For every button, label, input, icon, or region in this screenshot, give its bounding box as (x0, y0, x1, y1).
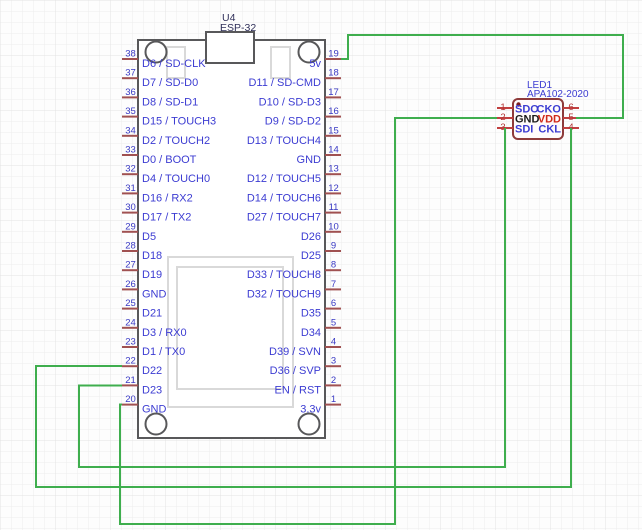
pin-number: 38 (125, 49, 136, 60)
pin-number: 24 (125, 317, 136, 328)
pin-name: D25 (301, 250, 321, 262)
pin-name: D2 / TOUCH2 (142, 135, 210, 147)
pin-name: D19 (142, 269, 162, 281)
pin-number: 25 (125, 298, 136, 309)
pin-name: D15 / TOUCH3 (142, 116, 216, 128)
pin-number: 2 (331, 375, 336, 386)
pin-name: D11 / SD-CMD (248, 77, 321, 89)
mounting-hole-icon (144, 412, 168, 436)
pin-name: D39 / SVN (269, 346, 321, 358)
pin-name: D3 / RX0 (142, 327, 187, 339)
pin-name: D21 (142, 308, 162, 320)
pin-name: D22 (142, 365, 162, 377)
pin-number: 17 (328, 87, 339, 98)
pin-number: 23 (125, 337, 136, 348)
pin-name: D23 (142, 384, 162, 396)
pin-number: 31 (125, 183, 136, 194)
pin-name: D0 / BOOT (142, 154, 197, 166)
pin-name: D32 / TOUCH9 (247, 288, 321, 300)
schematic-svg: U4ESP-3238D6 / SD-CLK37D7 / SD-D036D8 / … (0, 0, 642, 530)
pin-number: 26 (125, 279, 136, 290)
pin-number: 18 (328, 68, 339, 79)
pin-number: 28 (125, 241, 136, 252)
pin-name: 3.3v (300, 404, 321, 416)
pin-name: D16 / RX2 (142, 192, 193, 204)
pin-name: SDI (515, 124, 533, 136)
pin-number: 7 (331, 279, 336, 290)
pin-name: GND (297, 154, 322, 166)
pin-name: GND (142, 404, 167, 416)
pin-number: 36 (125, 87, 136, 98)
pin-number: 4 (331, 337, 336, 348)
pin-number: 6 (331, 298, 336, 309)
pin-number: 20 (125, 394, 136, 405)
pin-number: 14 (328, 145, 339, 156)
pin-name: D17 / TX2 (142, 212, 191, 224)
pin-name: D13 / TOUCH4 (247, 135, 321, 147)
pin-number: 35 (125, 106, 136, 117)
pin-name: GND (142, 288, 167, 300)
pin-number: 8 (331, 260, 336, 271)
pin-name: D26 (301, 231, 321, 243)
pin-name: D27 / TOUCH7 (247, 212, 321, 224)
schematic-canvas: U4 ESP-32 38 D6 / SD-CLK 37 D7 / SD-D0 36 D8 / … (0, 0, 642, 530)
esp32-antenna-box (205, 31, 255, 64)
pin-number: 13 (328, 164, 339, 175)
pin-name: 5v (309, 58, 321, 70)
esp32-value[interactable]: ESP-32 (220, 22, 256, 34)
pin-number: 32 (125, 164, 136, 175)
pin-name: D14 / TOUCH6 (247, 192, 321, 204)
pin-name: CKL (538, 124, 561, 136)
pin-name: D9 / SD-D2 (265, 116, 321, 128)
pin-name: D4 / TOUCH0 (142, 173, 210, 185)
pin-number: 10 (328, 221, 339, 232)
pin-number: 12 (328, 183, 339, 194)
pin-number: 21 (125, 375, 136, 386)
pin-name: D6 / SD-CLK (142, 58, 206, 70)
pin-number: 37 (125, 68, 136, 79)
pin-number: 29 (125, 221, 136, 232)
pin-name: D36 / SVP (270, 365, 321, 377)
pin-number: 15 (328, 125, 339, 136)
pin-number: 33 (125, 145, 136, 156)
pin-name: D7 / SD-D0 (142, 77, 198, 89)
pin-number: 5 (331, 317, 336, 328)
pin-name: D35 (301, 308, 321, 320)
pin-number: 27 (125, 260, 136, 271)
pin-number: 16 (328, 106, 339, 117)
pin-number: 34 (125, 125, 136, 136)
pin-name: D33 / TOUCH8 (247, 269, 321, 281)
pin-name: EN / RST (275, 384, 322, 396)
pin-number: 30 (125, 202, 136, 213)
pin-number: 1 (331, 394, 336, 405)
pin-name: D1 / TX0 (142, 346, 185, 358)
pin-number: 11 (329, 202, 339, 213)
pin-name: D10 / SD-D3 (259, 96, 321, 108)
pin-number: 19 (328, 49, 339, 60)
pin-number: 9 (331, 241, 336, 252)
pin-number: 3 (331, 356, 336, 367)
pin-name: D8 / SD-D1 (142, 96, 198, 108)
pin-number: 22 (125, 356, 136, 367)
pin-name: D34 (301, 327, 321, 339)
pin-name: D5 (142, 231, 156, 243)
pin-name: D12 / TOUCH5 (247, 173, 321, 185)
esp32-symbol[interactable]: U4ESP-3238D6 / SD-CLK37D7 / SD-D036D8 / … (122, 12, 341, 439)
pin-name: D18 (142, 250, 162, 262)
mounting-hole-icon (297, 412, 321, 436)
